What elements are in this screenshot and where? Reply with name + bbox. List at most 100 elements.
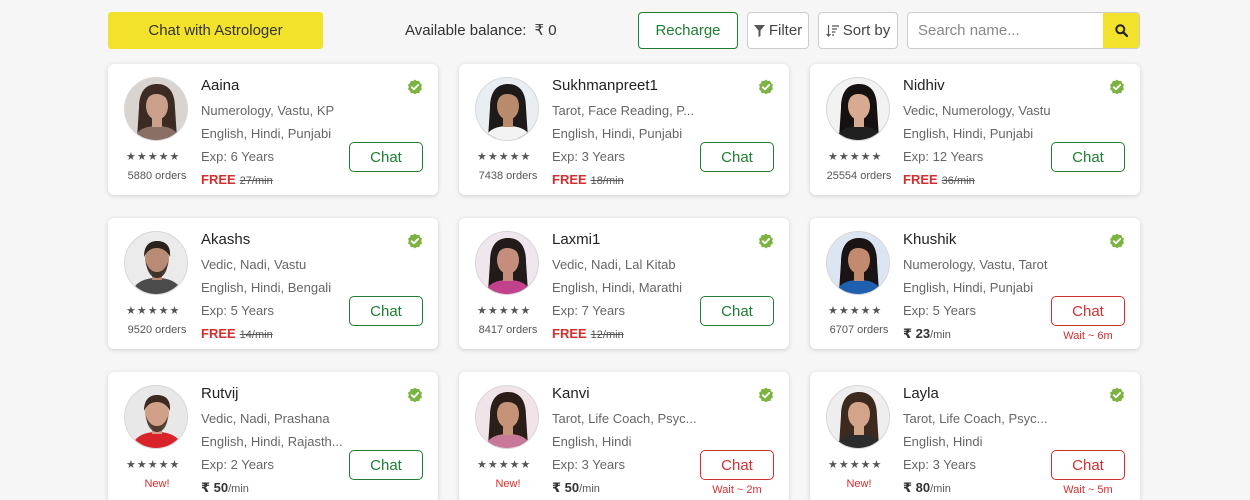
balance-value: ₹ 0 [534,22,557,39]
chat-button[interactable]: Chat [349,142,423,172]
astrologer-skills: Tarot, Life Coach, Psyc... [552,411,697,426]
chat-button[interactable]: Chat [700,450,774,480]
chat-button[interactable]: Chat [1051,296,1125,326]
astrologer-card[interactable]: ★★★★★ New! Layla Tarot, Life Coach, Psyc...… [810,372,1140,500]
astrologer-experience: Exp: 5 Years [201,303,274,318]
rating-stars: ★★★★★ [828,305,883,317]
astrologer-name: Aaina [201,77,240,94]
chat-button[interactable]: Chat [349,450,423,480]
sort-label: Sort by [842,22,891,39]
filter-label: Filter [768,22,803,39]
astrologer-card[interactable]: ★★★★★ 9520 orders Akashs Vedic, Nadi, Vastu… [108,218,438,349]
wait-time: Wait ~ 6m [1063,330,1113,342]
astrologer-skills: Vedic, Nadi, Lal Kitab [552,257,676,272]
astrologer-card[interactable]: ★★★★★ 7438 orders Sukhmanpreet1 Tarot, Face… [459,64,789,195]
orders-count: 25554 orders [826,170,892,182]
astrologer-price: ₹ 50/min [201,480,249,496]
astrologer-languages: English, Hindi, Punjabi [903,126,1034,141]
price-free: FREE [903,172,938,187]
astrologer-experience: Exp: 12 Years [903,149,984,164]
astrologer-name: Kanvi [552,385,590,402]
rating-stars: ★★★★★ [477,151,532,163]
verified-icon [759,233,773,249]
astrologer-card[interactable]: ★★★★★ 25554 orders Nidhiv Vedic, Numerology… [810,64,1140,195]
price-per-unit: /min [930,329,951,341]
astrologer-avatar [475,385,539,449]
astrologer-languages: English, Hindi, Punjabi [903,280,1034,295]
astrologer-card[interactable]: ★★★★★ New! Kanvi Tarot, Life Coach, Psyc...… [459,372,789,500]
orders-count: 6707 orders [829,324,889,336]
price-current: ₹ 50 [201,480,229,495]
price-original: 27/min [239,175,273,187]
price-free: FREE [552,326,587,341]
verified-icon [408,79,422,95]
recharge-button[interactable]: Recharge [638,12,738,49]
sort-button[interactable]: Sort by [818,12,898,49]
search-button[interactable] [1103,13,1139,48]
astrologer-name: Layla [903,385,939,402]
astrologer-skills: Numerology, Vastu, KP [201,103,335,118]
astrologer-experience: Exp: 3 Years [552,149,625,164]
toolbar: Chat with Astrologer Available balance: ₹… [108,12,1140,49]
astrologer-card[interactable]: ★★★★★ 5880 orders Aaina Numerology, Vastu, … [108,64,438,195]
astrologer-skills: Vedic, Nadi, Prashana [201,411,330,426]
astrologer-languages: English, Hindi, Rajasth... [201,434,343,449]
astrologer-languages: English, Hindi [552,434,632,449]
astrologer-experience: Exp: 3 Years [903,457,976,472]
search-box [907,12,1140,49]
verified-icon [408,387,422,403]
astrologer-price: FREE 12/min [552,326,624,341]
orders-count: 7438 orders [478,170,538,182]
rating-stars: ★★★★★ [828,151,883,163]
verified-icon [759,387,773,403]
filter-icon [753,24,765,37]
chat-button[interactable]: Chat [700,296,774,326]
orders-count: 5880 orders [127,170,187,182]
rating-stars: ★★★★★ [477,459,532,471]
astrologer-card[interactable]: ★★★★★ New! Rutvij Vedic, Nadi, Prashana Engl… [108,372,438,500]
astrologer-languages: English, Hindi, Punjabi [552,126,683,141]
chat-button[interactable]: Chat [1051,142,1125,172]
rating-stars: ★★★★★ [126,305,181,317]
rating-stars: ★★★★★ [477,305,532,317]
astrologer-avatar [124,77,188,141]
astrologer-card[interactable]: ★★★★★ 6707 orders Khushik Numerology, Vastu… [810,218,1140,349]
astrologer-price: FREE 27/min [201,172,273,187]
astrologer-experience: Exp: 5 Years [903,303,976,318]
astrologer-name: Akashs [201,231,251,248]
astrologer-experience: Exp: 3 Years [552,457,625,472]
astrologer-price: ₹ 50/min [552,480,600,496]
astrologer-languages: English, Hindi [903,434,983,449]
astrologer-avatar [475,77,539,141]
balance-label: Available balance: [405,22,527,39]
astrologer-skills: Vedic, Nadi, Vastu [201,257,307,272]
price-original: 12/min [590,329,624,341]
chat-button[interactable]: Chat [349,296,423,326]
filter-button[interactable]: Filter [747,12,809,49]
verified-icon [1110,387,1124,403]
chat-button[interactable]: Chat [700,142,774,172]
chat-button[interactable]: Chat [1051,450,1125,480]
wait-time: Wait ~ 5m [1063,484,1113,496]
astrologer-name: Khushik [903,231,957,248]
orders-count: 9520 orders [127,324,187,336]
astrologer-grid: ★★★★★ 5880 orders Aaina Numerology, Vastu, … [108,64,1140,500]
astrologer-experience: Exp: 6 Years [201,149,274,164]
astrologer-price: FREE 18/min [552,172,624,187]
astrologer-card[interactable]: ★★★★★ 8417 orders Laxmi1 Vedic, Nadi, Lal K… [459,218,789,349]
astrologer-languages: English, Hindi, Punjabi [201,126,332,141]
astrologer-avatar [124,385,188,449]
astrologer-avatar [826,231,890,295]
rating-stars: ★★★★★ [126,151,181,163]
search-input[interactable] [908,13,1104,48]
chat-with-astrologer-button[interactable]: Chat with Astrologer [108,12,323,49]
price-current: ₹ 80 [903,480,931,495]
price-current: ₹ 50 [552,480,580,495]
astrologer-avatar [475,231,539,295]
verified-icon [1110,233,1124,249]
price-per-unit: /min [579,483,600,495]
rating-stars: ★★★★★ [126,459,181,471]
astrologer-name: Laxmi1 [552,231,601,248]
astrologer-name: Sukhmanpreet1 [552,77,658,94]
price-free: FREE [552,172,587,187]
